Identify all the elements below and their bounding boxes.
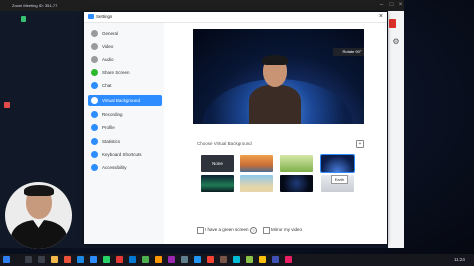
nav-label: Video [102, 44, 114, 49]
profile-icon [91, 124, 98, 131]
app-icon[interactable] [142, 256, 149, 263]
app-icon[interactable] [168, 256, 175, 263]
taskbar: 11:24 [0, 254, 474, 266]
nav-label: Keyboard Shortcuts [102, 152, 142, 157]
app-icon[interactable] [272, 256, 279, 263]
app-icon[interactable] [207, 256, 214, 263]
help-icon[interactable]: ? [250, 227, 257, 234]
zoom-titlebar: Zoom Meeting ID: 351-77 – □ × [0, 0, 404, 11]
app-icon[interactable] [194, 256, 201, 263]
app-icon[interactable] [246, 256, 253, 263]
recording-indicator-icon [4, 102, 10, 108]
nav-label: Share Screen [102, 70, 130, 75]
nav-general[interactable]: General [88, 28, 162, 39]
nav-recording[interactable]: Recording [88, 109, 162, 120]
file-explorer-icon[interactable] [51, 256, 58, 263]
nav-audio[interactable]: Audio [88, 54, 162, 65]
app-icon[interactable] [220, 256, 227, 263]
choose-background-label: Choose Virtual Background [197, 141, 252, 146]
webcam-overlay [5, 182, 72, 249]
thumbnail-label: None [212, 161, 223, 166]
background-thumbnail[interactable] [201, 175, 234, 192]
app-icon[interactable] [233, 256, 240, 263]
close-icon[interactable]: × [397, 2, 404, 9]
mirror-video-checkbox[interactable] [263, 227, 270, 234]
edge-icon[interactable] [77, 256, 84, 263]
nav-label: Recording [102, 112, 123, 117]
app-icon[interactable] [155, 256, 162, 263]
nav-label: Chat [102, 83, 112, 88]
maximize-icon[interactable]: □ [388, 2, 395, 9]
statistics-icon [91, 138, 98, 145]
background-thumbnail-none[interactable]: None [201, 155, 234, 172]
keyboard-icon [91, 151, 98, 158]
start-icon[interactable] [3, 256, 10, 263]
settings-titlebar: Settings × [84, 12, 387, 23]
nav-video[interactable]: Video [88, 41, 162, 52]
nav-label: Statistics [102, 139, 121, 144]
background-thumbnail[interactable] [240, 175, 273, 192]
nav-label: Audio [102, 57, 114, 62]
user-video [249, 55, 301, 124]
nav-statistics[interactable]: Statistics [88, 136, 162, 147]
zoom-icon[interactable] [90, 256, 97, 263]
chrome-icon[interactable] [64, 256, 71, 263]
nav-accessibility[interactable]: Accessibility [88, 162, 162, 173]
record-icon [91, 111, 98, 118]
accessibility-icon [91, 164, 98, 171]
nav-label: Profile [102, 125, 115, 130]
settings-sidebar: General Video Audio Share Screen Chat Vi… [84, 23, 164, 244]
app-icon[interactable] [129, 256, 136, 263]
app-icon[interactable] [259, 256, 266, 263]
gear-icon [91, 30, 98, 37]
video-preview: Rotate 90° [193, 29, 364, 124]
background-thumbnail[interactable] [280, 155, 313, 172]
settings-close-icon[interactable]: × [379, 12, 383, 22]
video-icon [91, 43, 98, 50]
background-thumbnail[interactable] [240, 155, 273, 172]
whatsapp-icon[interactable] [103, 256, 110, 263]
nav-keyboard-shortcuts[interactable]: Keyboard Shortcuts [88, 149, 162, 160]
background-thumbnail[interactable] [280, 175, 313, 192]
background-thumbnail-selected[interactable] [320, 154, 355, 173]
green-screen-checkbox[interactable] [197, 227, 204, 234]
mirror-video-label: Mirror my video [271, 227, 303, 232]
task-view-icon[interactable] [38, 256, 45, 263]
minimize-icon[interactable]: – [378, 2, 385, 9]
zoom-window-title: Zoom Meeting ID: 351-77 [12, 3, 58, 8]
app-icon[interactable] [181, 256, 188, 263]
zoom-logo-icon [88, 14, 94, 19]
nav-label: General [102, 31, 119, 36]
gear-icon[interactable]: ⚙ [388, 36, 404, 48]
security-icon [21, 16, 26, 22]
rotate-button[interactable]: Rotate 90° [333, 48, 364, 56]
add-background-button[interactable]: + [356, 140, 364, 148]
headphones-icon [91, 56, 98, 63]
nav-virtual-background[interactable]: Virtual Background [88, 95, 162, 106]
person-icon [91, 97, 98, 104]
app-icon[interactable] [116, 256, 123, 263]
chat-icon [91, 82, 98, 89]
green-screen-label: I have a green screen [205, 227, 249, 232]
settings-dialog: Settings × General Video Audio Share Scr… [84, 12, 387, 244]
clock: 11:24 [454, 257, 465, 262]
nav-share-screen[interactable]: Share Screen [88, 67, 162, 78]
nav-label: Virtual Background [102, 98, 140, 103]
settings-title: Settings [96, 14, 113, 19]
notification-badge-icon [389, 19, 396, 28]
nav-chat[interactable]: Chat [88, 80, 162, 91]
app-icon[interactable] [285, 256, 292, 263]
share-screen-icon [91, 69, 98, 76]
nav-label: Accessibility [102, 165, 127, 170]
nav-profile[interactable]: Profile [88, 122, 162, 133]
search-icon[interactable] [25, 256, 32, 263]
thumbnail-tooltip: Earth [331, 175, 348, 184]
